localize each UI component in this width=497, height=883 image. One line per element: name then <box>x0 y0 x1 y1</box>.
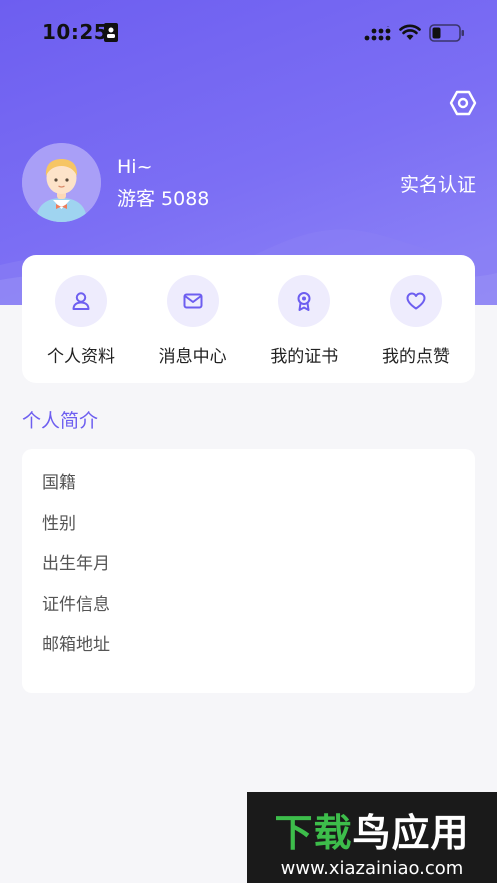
info-row-gender[interactable]: 性别 <box>22 510 475 551</box>
greeting-text: Hi~ <box>117 156 153 178</box>
quick-action-icon-wrap <box>55 275 107 327</box>
watermark-logo-part2: 鸟应用 <box>352 811 470 855</box>
info-row-nationality[interactable]: 国籍 <box>22 469 475 510</box>
wifi-icon <box>399 24 421 40</box>
settings-hexagon-icon <box>449 90 477 116</box>
watermark-banner: 下载鸟应用 www.xiazainiao.com <box>247 792 497 883</box>
watermark-url: www.xiazainiao.com <box>280 858 464 879</box>
user-icon <box>72 292 90 310</box>
status-time: 10:25 <box>42 20 109 44</box>
info-row-email[interactable]: 邮箱地址 <box>22 631 475 672</box>
intro-section-title: 个人简介 <box>22 410 99 432</box>
quick-action-icon-wrap <box>166 275 219 327</box>
quick-action-icon-wrap <box>278 275 331 327</box>
settings-button[interactable] <box>446 86 480 120</box>
watermark-logo-part1: 下载 <box>274 811 353 855</box>
real-name-verify-link[interactable]: 实名认证 <box>400 170 476 197</box>
quick-action-label: 我的点赞 <box>381 347 450 367</box>
quick-action-label: 我的证书 <box>270 347 339 367</box>
status-bar: 10:25 <box>0 0 497 66</box>
badge-icon <box>297 292 311 311</box>
heart-icon <box>406 292 426 310</box>
info-row-id-info[interactable]: 证件信息 <box>22 591 475 632</box>
cellular-signal-icon <box>364 26 391 41</box>
info-row-birth-date[interactable]: 出生年月 <box>22 550 475 591</box>
quick-actions-card: 个人资料 消息中心 我的证书 我的点赞 <box>22 255 475 383</box>
quick-action-messages[interactable]: 消息中心 <box>138 255 248 383</box>
mail-icon <box>183 293 203 309</box>
quick-action-certificates[interactable]: 我的证书 <box>249 255 359 383</box>
avatar[interactable] <box>22 143 101 222</box>
intro-info-card: 国籍 性别 出生年月 证件信息 邮箱地址 <box>22 449 475 693</box>
user-avatar-illustration <box>22 143 101 222</box>
quick-action-profile[interactable]: 个人资料 <box>26 255 136 383</box>
watermark-logo: 下载鸟应用 <box>247 802 497 857</box>
quick-action-label: 个人资料 <box>47 347 115 367</box>
portrait-lock-icon <box>104 23 118 42</box>
quick-action-likes[interactable]: 我的点赞 <box>361 255 471 383</box>
username-text: 游客 5088 <box>117 188 210 210</box>
quick-action-label: 消息中心 <box>158 347 227 367</box>
quick-action-icon-wrap <box>389 275 442 327</box>
battery-icon <box>429 24 464 42</box>
